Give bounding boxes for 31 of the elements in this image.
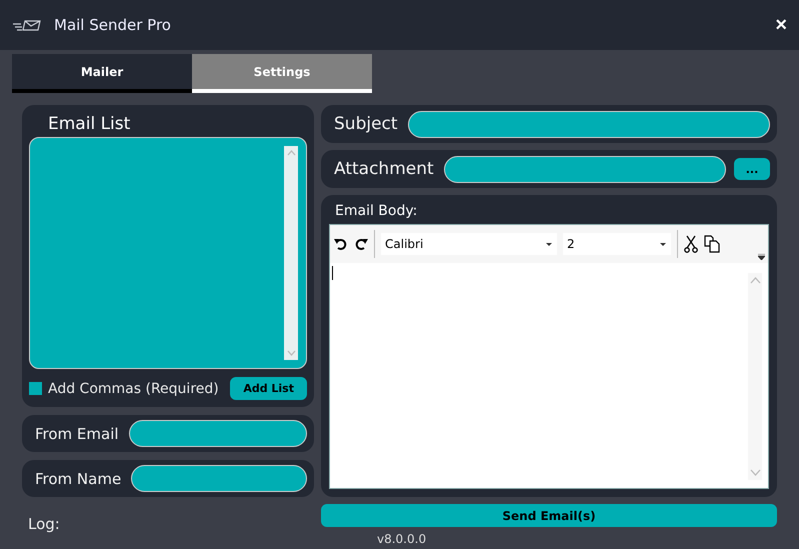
- close-button[interactable]: ×: [775, 14, 787, 36]
- font-dropdown[interactable]: Calibri: [381, 233, 557, 255]
- undo-icon[interactable]: [334, 237, 348, 251]
- browse-button[interactable]: ...: [734, 158, 770, 180]
- redo-icon[interactable]: [354, 237, 368, 251]
- toolbar-overflow-icon[interactable]: [758, 254, 765, 260]
- dropdown-arrow-icon: [546, 242, 552, 246]
- tab[interactable]: Settings: [192, 54, 372, 93]
- attachment-field[interactable]: [444, 156, 726, 182]
- add-list-button[interactable]: Add List: [230, 377, 307, 400]
- field-label: Attachment: [334, 159, 434, 179]
- checkbox-label: Add Commas (Required): [48, 380, 219, 396]
- size-dropdown[interactable]: 2: [563, 233, 671, 255]
- from-name-field[interactable]: [131, 465, 307, 492]
- copy-icon[interactable]: [704, 235, 720, 253]
- send-button[interactable]: Send Email(s): [321, 504, 777, 527]
- scissors-icon[interactable]: [684, 235, 698, 253]
- subject-field[interactable]: [408, 110, 770, 138]
- field-label: From Email: [35, 424, 119, 442]
- version-label: v8.0.0.0: [377, 532, 426, 546]
- field-label: Subject: [334, 114, 398, 134]
- envelope-icon: [12, 19, 42, 31]
- from-email-field[interactable]: [128, 420, 307, 447]
- field-label: From Name: [35, 470, 122, 488]
- log-label: Log:: [28, 515, 61, 533]
- window-title: Mail Sender Pro: [54, 16, 171, 34]
- tab[interactable]: Mailer: [12, 54, 192, 93]
- checkbox[interactable]: [29, 382, 42, 395]
- email-list-title: Email List: [48, 114, 130, 134]
- email-body-label: Email Body:: [335, 203, 418, 219]
- dropdown-arrow-icon: [660, 242, 666, 246]
